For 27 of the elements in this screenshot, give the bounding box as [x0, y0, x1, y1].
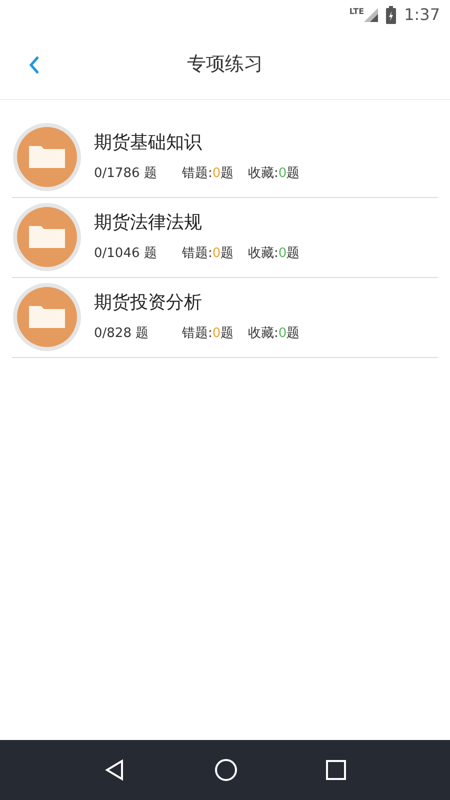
progress-text: 0/828 题: [94, 325, 150, 344]
favorites-count-text: 收藏:0题: [248, 325, 300, 344]
clock-text: 1:37: [404, 4, 440, 26]
favorites-count-text: 收藏:0题: [248, 245, 300, 264]
favorites-count-text: 收藏:0题: [248, 165, 300, 184]
topic-item[interactable]: 期货投资分析 0/828 题 错题:0题 收藏:0题: [12, 276, 438, 358]
back-triangle-icon[interactable]: [104, 759, 126, 781]
folder-icon: [12, 202, 82, 272]
topic-title: 期货投资分析: [94, 291, 203, 316]
home-circle-icon[interactable]: [214, 758, 238, 782]
signal-icon: [364, 8, 378, 22]
progress-text: 0/1046 题: [94, 245, 158, 264]
folder-icon: [12, 282, 82, 352]
wrong-count-text: 错题:0题: [182, 245, 235, 264]
progress-text: 0/1786 题: [94, 165, 158, 184]
folder-icon: [12, 122, 82, 192]
back-icon: [28, 54, 40, 74]
topic-item[interactable]: 期货基础知识 0/1786 题 错题:0题 收藏:0题: [12, 116, 438, 198]
topic-item[interactable]: 期货法律法规 0/1046 题 错题:0题 收藏:0题: [12, 196, 438, 278]
battery-icon: [386, 6, 396, 24]
network-label: LTE: [349, 6, 364, 18]
wrong-count-text: 错题:0题: [182, 165, 235, 184]
topic-title: 期货基础知识: [94, 131, 203, 156]
page-title: 专项练习: [187, 52, 263, 78]
wrong-count-text: 错题:0题: [182, 325, 235, 344]
recents-square-icon[interactable]: [326, 760, 346, 780]
topic-title: 期货法律法规: [94, 211, 203, 236]
